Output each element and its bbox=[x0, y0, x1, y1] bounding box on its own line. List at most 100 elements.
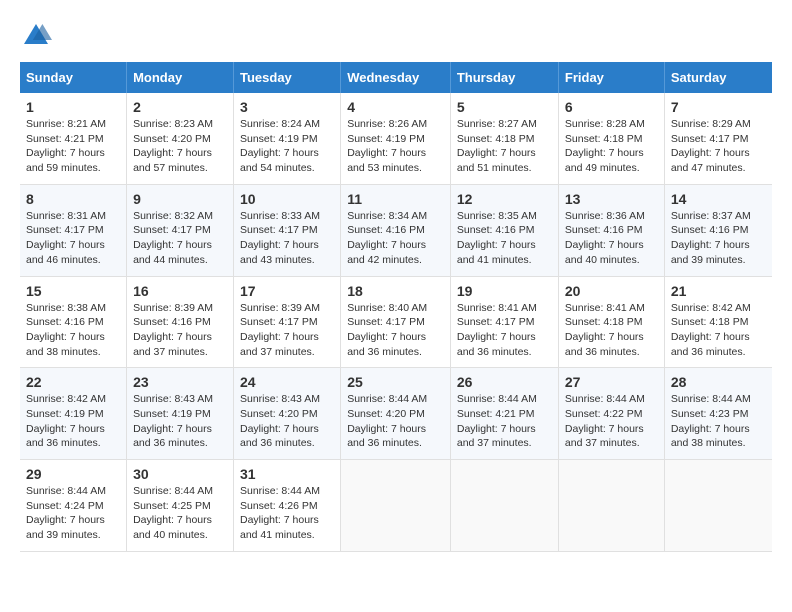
day-cell: 15 Sunrise: 8:38 AM Sunset: 4:16 PM Dayl… bbox=[20, 276, 127, 368]
day-number: 20 bbox=[565, 283, 658, 299]
day-number: 4 bbox=[347, 99, 444, 115]
day-number: 10 bbox=[240, 191, 334, 207]
day-number: 2 bbox=[133, 99, 227, 115]
day-cell: 18 Sunrise: 8:40 AM Sunset: 4:17 PM Dayl… bbox=[341, 276, 451, 368]
day-cell: 12 Sunrise: 8:35 AM Sunset: 4:16 PM Dayl… bbox=[450, 184, 558, 276]
cell-info: Sunrise: 8:44 AM Sunset: 4:26 PM Dayligh… bbox=[240, 484, 334, 543]
cell-info: Sunrise: 8:32 AM Sunset: 4:17 PM Dayligh… bbox=[133, 209, 227, 268]
day-cell: 11 Sunrise: 8:34 AM Sunset: 4:16 PM Dayl… bbox=[341, 184, 451, 276]
day-cell: 28 Sunrise: 8:44 AM Sunset: 4:23 PM Dayl… bbox=[664, 368, 772, 460]
day-cell: 21 Sunrise: 8:42 AM Sunset: 4:18 PM Dayl… bbox=[664, 276, 772, 368]
logo-icon bbox=[20, 20, 52, 52]
header-day-friday: Friday bbox=[558, 62, 664, 93]
day-cell: 10 Sunrise: 8:33 AM Sunset: 4:17 PM Dayl… bbox=[234, 184, 341, 276]
cell-info: Sunrise: 8:44 AM Sunset: 4:24 PM Dayligh… bbox=[26, 484, 120, 543]
cell-info: Sunrise: 8:40 AM Sunset: 4:17 PM Dayligh… bbox=[347, 301, 444, 360]
day-number: 6 bbox=[565, 99, 658, 115]
day-number: 29 bbox=[26, 466, 120, 482]
day-number: 17 bbox=[240, 283, 334, 299]
cell-info: Sunrise: 8:39 AM Sunset: 4:17 PM Dayligh… bbox=[240, 301, 334, 360]
cell-info: Sunrise: 8:23 AM Sunset: 4:20 PM Dayligh… bbox=[133, 117, 227, 176]
header-day-wednesday: Wednesday bbox=[341, 62, 451, 93]
day-number: 26 bbox=[457, 374, 552, 390]
day-number: 5 bbox=[457, 99, 552, 115]
cell-info: Sunrise: 8:31 AM Sunset: 4:17 PM Dayligh… bbox=[26, 209, 120, 268]
day-cell: 1 Sunrise: 8:21 AM Sunset: 4:21 PM Dayli… bbox=[20, 93, 127, 184]
calendar-table: SundayMondayTuesdayWednesdayThursdayFrid… bbox=[20, 62, 772, 552]
cell-info: Sunrise: 8:26 AM Sunset: 4:19 PM Dayligh… bbox=[347, 117, 444, 176]
logo bbox=[20, 20, 56, 52]
cell-info: Sunrise: 8:44 AM Sunset: 4:22 PM Dayligh… bbox=[565, 392, 658, 451]
day-number: 25 bbox=[347, 374, 444, 390]
cell-info: Sunrise: 8:36 AM Sunset: 4:16 PM Dayligh… bbox=[565, 209, 658, 268]
header-day-sunday: Sunday bbox=[20, 62, 127, 93]
day-number: 18 bbox=[347, 283, 444, 299]
day-number: 22 bbox=[26, 374, 120, 390]
cell-info: Sunrise: 8:44 AM Sunset: 4:25 PM Dayligh… bbox=[133, 484, 227, 543]
day-cell: 6 Sunrise: 8:28 AM Sunset: 4:18 PM Dayli… bbox=[558, 93, 664, 184]
day-cell: 19 Sunrise: 8:41 AM Sunset: 4:17 PM Dayl… bbox=[450, 276, 558, 368]
header-day-tuesday: Tuesday bbox=[234, 62, 341, 93]
day-number: 30 bbox=[133, 466, 227, 482]
cell-info: Sunrise: 8:29 AM Sunset: 4:17 PM Dayligh… bbox=[671, 117, 766, 176]
day-number: 1 bbox=[26, 99, 120, 115]
day-cell: 27 Sunrise: 8:44 AM Sunset: 4:22 PM Dayl… bbox=[558, 368, 664, 460]
day-number: 8 bbox=[26, 191, 120, 207]
cell-info: Sunrise: 8:21 AM Sunset: 4:21 PM Dayligh… bbox=[26, 117, 120, 176]
cell-info: Sunrise: 8:44 AM Sunset: 4:21 PM Dayligh… bbox=[457, 392, 552, 451]
day-cell: 23 Sunrise: 8:43 AM Sunset: 4:19 PM Dayl… bbox=[127, 368, 234, 460]
day-number: 27 bbox=[565, 374, 658, 390]
header-day-monday: Monday bbox=[127, 62, 234, 93]
cell-info: Sunrise: 8:44 AM Sunset: 4:20 PM Dayligh… bbox=[347, 392, 444, 451]
day-cell bbox=[664, 460, 772, 552]
day-cell: 9 Sunrise: 8:32 AM Sunset: 4:17 PM Dayli… bbox=[127, 184, 234, 276]
day-number: 21 bbox=[671, 283, 766, 299]
cell-info: Sunrise: 8:38 AM Sunset: 4:16 PM Dayligh… bbox=[26, 301, 120, 360]
cell-info: Sunrise: 8:42 AM Sunset: 4:19 PM Dayligh… bbox=[26, 392, 120, 451]
day-cell bbox=[341, 460, 451, 552]
cell-info: Sunrise: 8:41 AM Sunset: 4:17 PM Dayligh… bbox=[457, 301, 552, 360]
page-header bbox=[20, 20, 772, 52]
day-cell: 29 Sunrise: 8:44 AM Sunset: 4:24 PM Dayl… bbox=[20, 460, 127, 552]
week-row-1: 1 Sunrise: 8:21 AM Sunset: 4:21 PM Dayli… bbox=[20, 93, 772, 184]
week-row-2: 8 Sunrise: 8:31 AM Sunset: 4:17 PM Dayli… bbox=[20, 184, 772, 276]
cell-info: Sunrise: 8:28 AM Sunset: 4:18 PM Dayligh… bbox=[565, 117, 658, 176]
day-cell: 14 Sunrise: 8:37 AM Sunset: 4:16 PM Dayl… bbox=[664, 184, 772, 276]
cell-info: Sunrise: 8:33 AM Sunset: 4:17 PM Dayligh… bbox=[240, 209, 334, 268]
day-number: 31 bbox=[240, 466, 334, 482]
cell-info: Sunrise: 8:43 AM Sunset: 4:20 PM Dayligh… bbox=[240, 392, 334, 451]
cell-info: Sunrise: 8:24 AM Sunset: 4:19 PM Dayligh… bbox=[240, 117, 334, 176]
cell-info: Sunrise: 8:41 AM Sunset: 4:18 PM Dayligh… bbox=[565, 301, 658, 360]
header-day-saturday: Saturday bbox=[664, 62, 772, 93]
day-cell: 17 Sunrise: 8:39 AM Sunset: 4:17 PM Dayl… bbox=[234, 276, 341, 368]
cell-info: Sunrise: 8:37 AM Sunset: 4:16 PM Dayligh… bbox=[671, 209, 766, 268]
header-row: SundayMondayTuesdayWednesdayThursdayFrid… bbox=[20, 62, 772, 93]
day-number: 15 bbox=[26, 283, 120, 299]
day-cell: 8 Sunrise: 8:31 AM Sunset: 4:17 PM Dayli… bbox=[20, 184, 127, 276]
day-cell: 13 Sunrise: 8:36 AM Sunset: 4:16 PM Dayl… bbox=[558, 184, 664, 276]
day-cell: 20 Sunrise: 8:41 AM Sunset: 4:18 PM Dayl… bbox=[558, 276, 664, 368]
day-number: 24 bbox=[240, 374, 334, 390]
cell-info: Sunrise: 8:27 AM Sunset: 4:18 PM Dayligh… bbox=[457, 117, 552, 176]
day-cell: 5 Sunrise: 8:27 AM Sunset: 4:18 PM Dayli… bbox=[450, 93, 558, 184]
day-cell bbox=[558, 460, 664, 552]
day-cell bbox=[450, 460, 558, 552]
week-row-5: 29 Sunrise: 8:44 AM Sunset: 4:24 PM Dayl… bbox=[20, 460, 772, 552]
header-day-thursday: Thursday bbox=[450, 62, 558, 93]
day-number: 12 bbox=[457, 191, 552, 207]
day-cell: 24 Sunrise: 8:43 AM Sunset: 4:20 PM Dayl… bbox=[234, 368, 341, 460]
day-cell: 30 Sunrise: 8:44 AM Sunset: 4:25 PM Dayl… bbox=[127, 460, 234, 552]
day-cell: 4 Sunrise: 8:26 AM Sunset: 4:19 PM Dayli… bbox=[341, 93, 451, 184]
day-number: 23 bbox=[133, 374, 227, 390]
cell-info: Sunrise: 8:35 AM Sunset: 4:16 PM Dayligh… bbox=[457, 209, 552, 268]
day-cell: 31 Sunrise: 8:44 AM Sunset: 4:26 PM Dayl… bbox=[234, 460, 341, 552]
day-cell: 25 Sunrise: 8:44 AM Sunset: 4:20 PM Dayl… bbox=[341, 368, 451, 460]
day-number: 7 bbox=[671, 99, 766, 115]
day-cell: 7 Sunrise: 8:29 AM Sunset: 4:17 PM Dayli… bbox=[664, 93, 772, 184]
week-row-3: 15 Sunrise: 8:38 AM Sunset: 4:16 PM Dayl… bbox=[20, 276, 772, 368]
cell-info: Sunrise: 8:43 AM Sunset: 4:19 PM Dayligh… bbox=[133, 392, 227, 451]
day-cell: 2 Sunrise: 8:23 AM Sunset: 4:20 PM Dayli… bbox=[127, 93, 234, 184]
day-cell: 22 Sunrise: 8:42 AM Sunset: 4:19 PM Dayl… bbox=[20, 368, 127, 460]
day-cell: 26 Sunrise: 8:44 AM Sunset: 4:21 PM Dayl… bbox=[450, 368, 558, 460]
day-number: 9 bbox=[133, 191, 227, 207]
